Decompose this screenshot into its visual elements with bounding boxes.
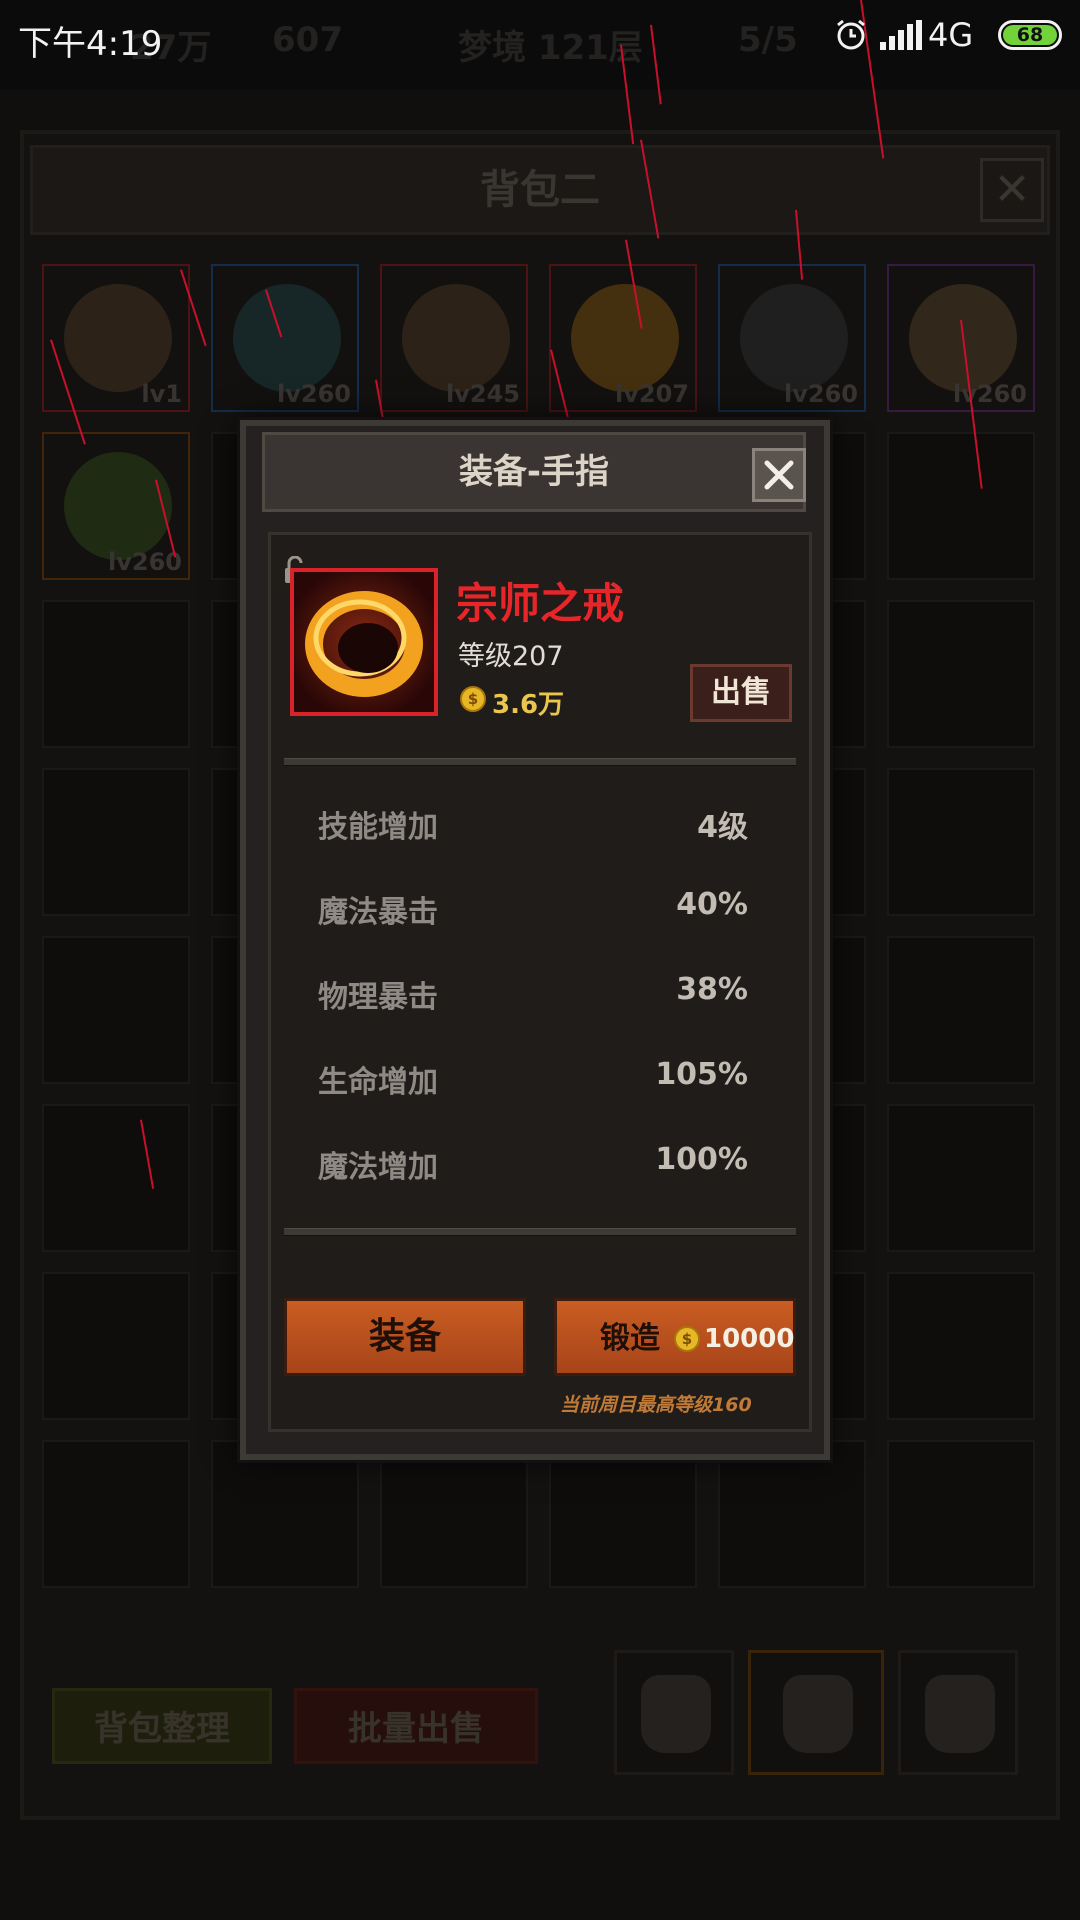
divider-top	[284, 758, 796, 766]
forge-level-note: 当前周目最高等级160	[560, 1394, 752, 1416]
battery-level: 68	[1003, 25, 1057, 45]
forge-button-label: 锻造	[600, 1321, 660, 1356]
dialog-close-button[interactable]	[752, 448, 806, 502]
stat-value: 105%	[655, 1057, 748, 1092]
stat-value: 100%	[655, 1142, 748, 1177]
coin-icon: $	[674, 1326, 700, 1352]
item-price: 3.6万	[492, 690, 565, 720]
stat-label: 魔法暴击	[318, 895, 438, 930]
sell-button[interactable]: 出售	[690, 664, 792, 722]
close-icon	[764, 460, 794, 490]
status-time: 下午4:19	[18, 24, 163, 64]
stat-value: 38%	[676, 972, 748, 1007]
alarm-icon	[837, 19, 865, 50]
battery-icon: 68	[998, 20, 1062, 50]
equip-button[interactable]: 装备	[284, 1298, 526, 1376]
item-name: 宗师之戒	[456, 579, 625, 628]
divider-bottom	[284, 1228, 796, 1236]
stat-label: 生命增加	[318, 1065, 438, 1100]
forge-cost: 10000	[704, 1324, 795, 1354]
item-icon-frame	[290, 568, 438, 716]
signal-icon	[880, 20, 922, 50]
item-level: 等级207	[458, 641, 564, 672]
stat-value: 4级	[697, 810, 748, 845]
stat-value: 40%	[676, 887, 748, 922]
stat-label: 技能增加	[318, 810, 438, 845]
network-type: 4G	[928, 16, 974, 54]
coin-icon: $	[460, 686, 486, 712]
ring-icon	[294, 572, 434, 712]
dialog-title: 装备-手指	[458, 452, 610, 492]
stat-label: 魔法增加	[318, 1150, 438, 1185]
stat-label: 物理暴击	[318, 980, 438, 1015]
